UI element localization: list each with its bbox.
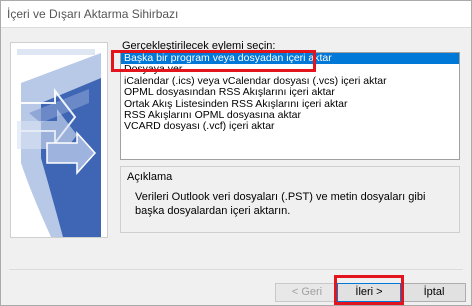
action-list-label: Gerçekleştirilecek eylemi seçin:: [122, 40, 276, 52]
title-separator: [1, 27, 471, 28]
wizard-arrows-icon: [11, 43, 107, 237]
list-item-import-rss-from-opml[interactable]: OPML dosyasından RSS Akışlarını içeri ak…: [121, 86, 459, 98]
description-legend: Açıklama: [125, 171, 175, 183]
import-export-wizard-window: İçeri ve Dışarı Aktarma Sihirbazı Gerçek…: [0, 0, 472, 306]
title-bar[interactable]: İçeri ve Dışarı Aktarma Sihirbazı: [1, 1, 471, 27]
footer-separator: [9, 269, 463, 270]
wizard-illustration: [10, 42, 108, 238]
cancel-button[interactable]: İptal: [402, 283, 466, 302]
list-item-import-vcard[interactable]: VCARD dosyası (.vcf) içeri aktar: [121, 120, 459, 132]
window-title: İçeri ve Dışarı Aktarma Sihirbazı: [7, 7, 179, 21]
action-listbox[interactable]: Başka bir program veya dosyadan içeri ak…: [120, 52, 460, 160]
next-button[interactable]: İleri >: [337, 283, 401, 302]
description-text: Verileri Outlook veri dosyaları (.PST) v…: [135, 191, 426, 217]
back-button[interactable]: < Geri: [275, 283, 339, 302]
